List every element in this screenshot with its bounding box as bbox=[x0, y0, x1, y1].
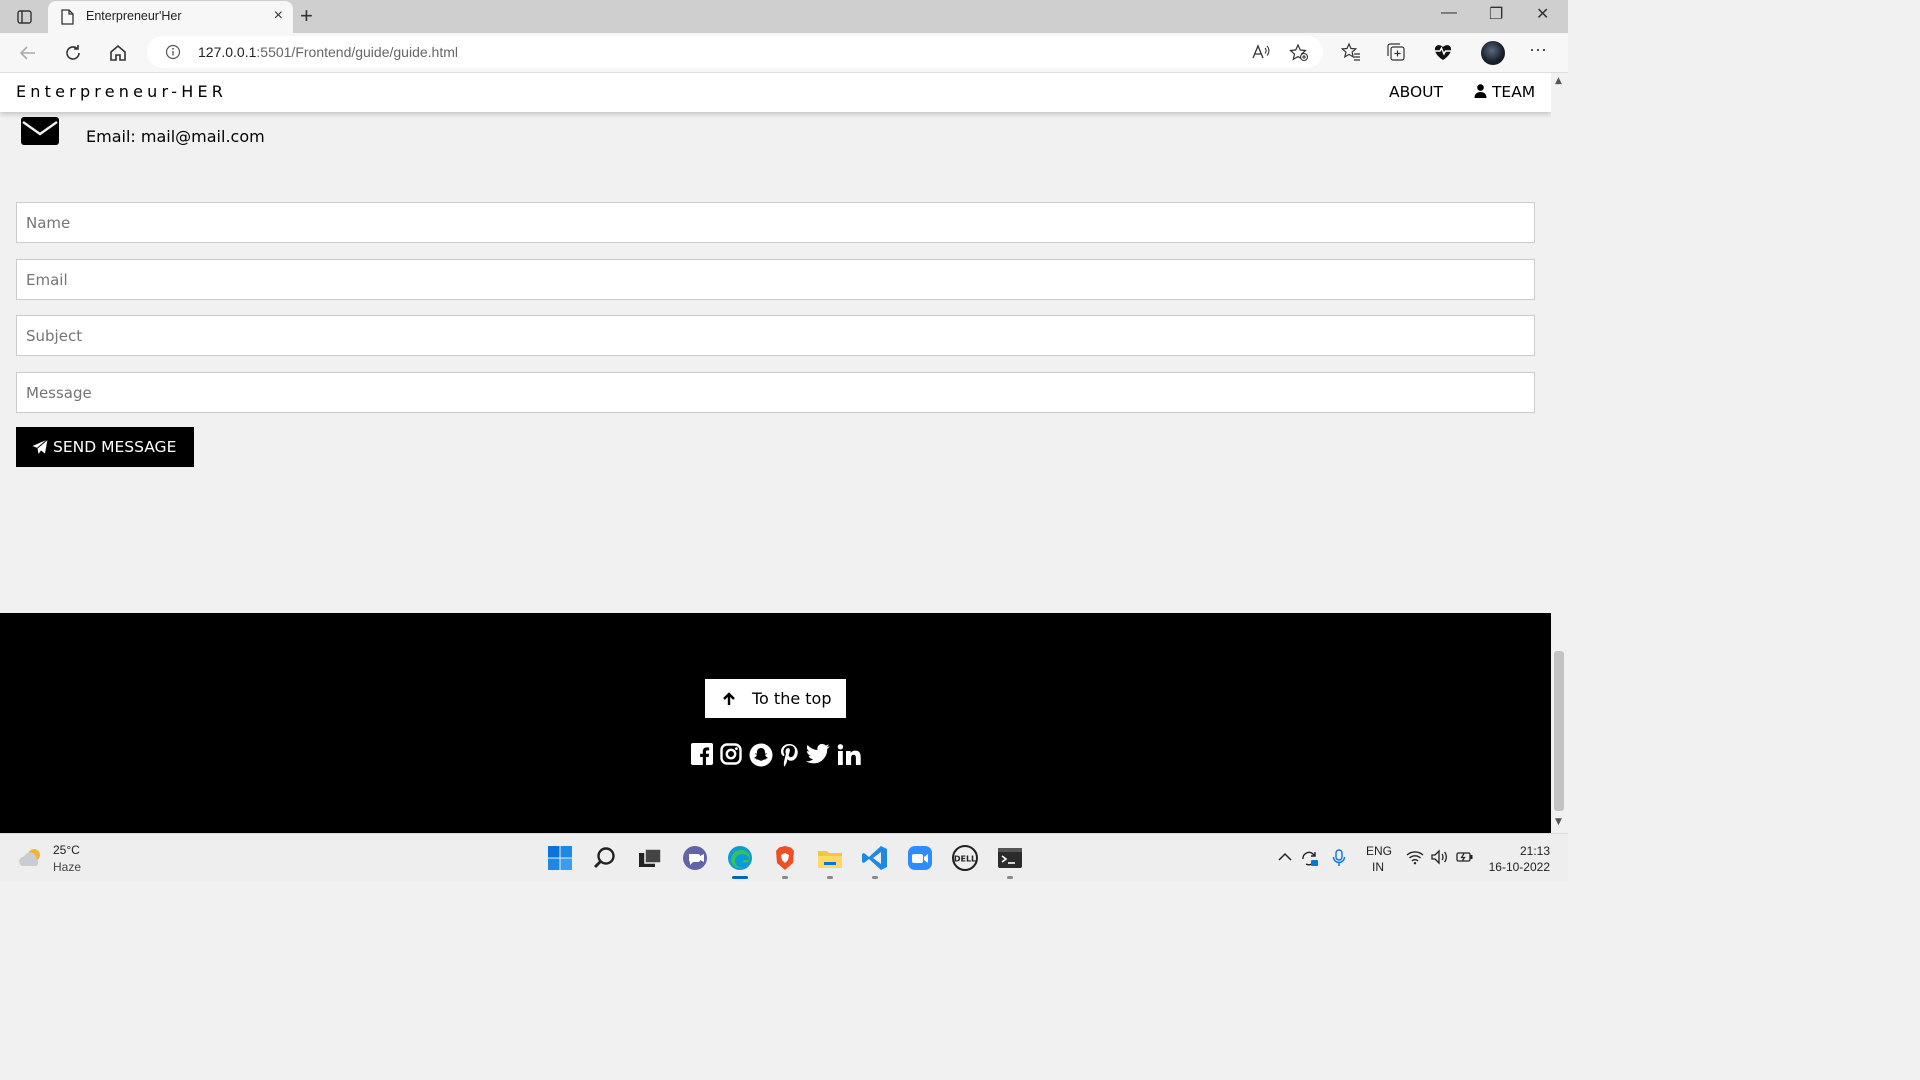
weather-condition[interactable]: Haze bbox=[53, 860, 81, 874]
volume-icon[interactable] bbox=[1431, 849, 1449, 869]
terminal-open-indicator bbox=[1007, 876, 1013, 879]
tab-title: Enterpreneur'Her bbox=[86, 9, 182, 23]
nav-team-label: TEAM bbox=[1491, 83, 1536, 101]
vscode-icon[interactable] bbox=[861, 844, 889, 872]
edge-browser-icon[interactable] bbox=[726, 844, 754, 872]
refresh-icon[interactable] bbox=[61, 41, 85, 65]
zoom-icon[interactable] bbox=[906, 844, 934, 872]
minimize-window-button[interactable]: — bbox=[1441, 4, 1457, 22]
teams-chat-icon[interactable] bbox=[681, 844, 709, 872]
browser-tab-active[interactable]: Enterpreneur'Her × bbox=[48, 1, 293, 33]
close-window-button[interactable]: ✕ bbox=[1536, 4, 1549, 24]
paper-plane-icon bbox=[32, 439, 48, 459]
instagram-icon[interactable] bbox=[720, 743, 744, 767]
home-icon[interactable] bbox=[106, 41, 130, 65]
subject-input[interactable] bbox=[16, 315, 1535, 356]
read-aloud-icon[interactable] bbox=[1252, 44, 1270, 64]
terminal-icon[interactable] bbox=[996, 844, 1024, 872]
edge-active-indicator bbox=[732, 876, 748, 879]
scrollbar-thumb[interactable] bbox=[1554, 651, 1564, 811]
browser-essentials-icon[interactable] bbox=[1432, 42, 1454, 66]
favorites-icon[interactable] bbox=[1340, 42, 1361, 66]
scroll-up-icon[interactable]: ▲ bbox=[1555, 76, 1562, 86]
windows-taskbar: 25°C Haze DELL ENG IN 21:13 16-10-2022 bbox=[0, 833, 1568, 882]
email-input[interactable] bbox=[16, 259, 1535, 300]
envelope-icon bbox=[21, 115, 59, 151]
url-text: 127.0.0.1:5501/Frontend/guide/guide.html bbox=[198, 44, 458, 60]
dell-icon[interactable]: DELL bbox=[951, 844, 979, 872]
name-input[interactable] bbox=[16, 202, 1535, 243]
site-footer: To the top bbox=[0, 613, 1551, 833]
arrow-up-icon bbox=[722, 691, 736, 710]
browser-tab-bar: Enterpreneur'Her × + — ❐ ✕ bbox=[0, 0, 1568, 33]
user-icon bbox=[1474, 84, 1487, 98]
contact-email-text: Email: mail@mail.com bbox=[86, 127, 265, 146]
nav-team-link[interactable]: TEAM bbox=[1474, 83, 1535, 101]
close-tab-icon[interactable]: × bbox=[274, 7, 283, 25]
site-navbar: Enterpreneur-HER ABOUT TEAM bbox=[0, 73, 1551, 112]
search-icon[interactable] bbox=[591, 844, 619, 872]
svg-text:DELL: DELL bbox=[954, 855, 976, 864]
vscode-open-indicator bbox=[872, 876, 878, 879]
file-explorer-icon[interactable] bbox=[816, 844, 844, 872]
back-arrow-icon[interactable] bbox=[16, 41, 40, 65]
pinterest-icon[interactable] bbox=[779, 743, 803, 767]
sync-icon[interactable] bbox=[1300, 849, 1320, 871]
restore-window-button[interactable]: ❐ bbox=[1489, 4, 1503, 24]
to-the-top-label: To the top bbox=[752, 689, 832, 708]
language-indicator[interactable]: ENG IN bbox=[1366, 843, 1392, 875]
browser-toolbar: 127.0.0.1:5501/Frontend/guide/guide.html… bbox=[0, 33, 1568, 73]
weather-temperature[interactable]: 25°C bbox=[53, 843, 80, 857]
taskbar-clock[interactable]: 21:13 16-10-2022 bbox=[1488, 843, 1550, 875]
facebook-icon[interactable] bbox=[691, 743, 715, 767]
brave-browser-icon[interactable] bbox=[771, 844, 799, 872]
twitter-icon[interactable] bbox=[806, 743, 830, 767]
scroll-down-icon[interactable]: ▼ bbox=[1555, 817, 1562, 827]
site-brand[interactable]: Enterpreneur-HER bbox=[16, 82, 227, 101]
battery-icon[interactable] bbox=[1456, 849, 1474, 869]
send-message-button[interactable]: SEND MESSAGE bbox=[16, 427, 194, 467]
wifi-icon[interactable] bbox=[1406, 849, 1424, 869]
address-bar[interactable]: 127.0.0.1:5501/Frontend/guide/guide.html bbox=[147, 36, 1323, 68]
add-favorite-icon[interactable] bbox=[1289, 43, 1309, 66]
site-info-icon[interactable] bbox=[165, 44, 181, 64]
explorer-open-indicator bbox=[827, 876, 833, 879]
collections-icon[interactable] bbox=[1386, 42, 1406, 66]
nav-about-link[interactable]: ABOUT bbox=[1389, 83, 1443, 101]
profile-avatar[interactable] bbox=[1481, 41, 1505, 65]
page-scrollbar[interactable]: ▲ ▼ bbox=[1551, 73, 1568, 833]
brave-open-indicator bbox=[782, 876, 788, 879]
windows-start-icon[interactable] bbox=[546, 844, 574, 872]
show-hidden-icons-chevron-icon[interactable] bbox=[1277, 849, 1293, 869]
tab-actions-icon[interactable] bbox=[10, 6, 38, 28]
page-icon bbox=[60, 9, 74, 29]
snapchat-icon[interactable] bbox=[749, 743, 773, 767]
message-input[interactable] bbox=[16, 372, 1535, 413]
page-viewport: Enterpreneur-HER ABOUT TEAM Email: mail@… bbox=[0, 73, 1551, 833]
to-the-top-button[interactable]: To the top bbox=[705, 679, 846, 718]
linkedin-icon[interactable] bbox=[837, 743, 861, 767]
settings-more-icon[interactable]: ··· bbox=[1529, 39, 1547, 60]
new-tab-button[interactable]: + bbox=[300, 3, 313, 29]
weather-haze-icon[interactable] bbox=[18, 846, 46, 874]
microphone-icon[interactable] bbox=[1332, 849, 1346, 871]
send-message-label: SEND MESSAGE bbox=[53, 438, 177, 456]
task-view-icon[interactable] bbox=[636, 844, 664, 872]
